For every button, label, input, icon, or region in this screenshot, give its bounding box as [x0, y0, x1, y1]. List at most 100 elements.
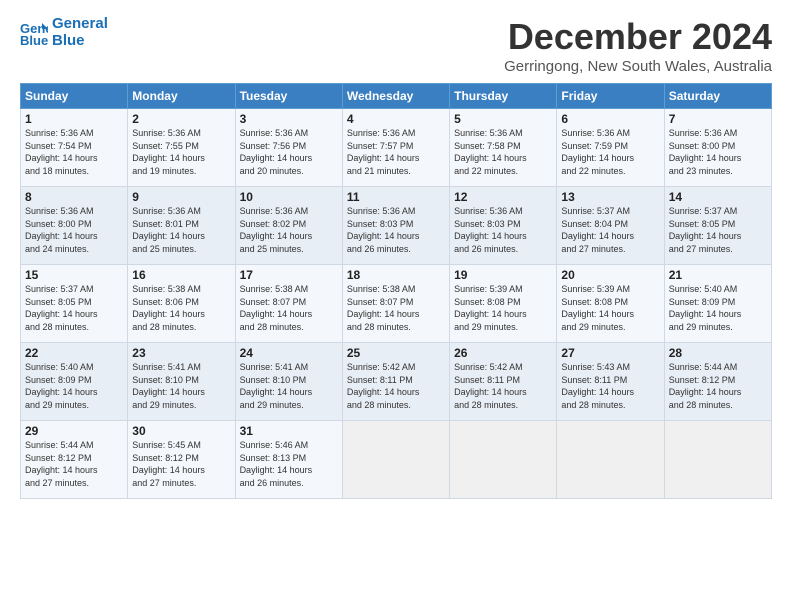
day-info: Sunrise: 5:38 AM Sunset: 8:07 PM Dayligh…	[240, 283, 338, 333]
day-number: 24	[240, 346, 338, 360]
calendar-cell	[342, 421, 449, 499]
logo-line2: Blue	[52, 33, 108, 50]
header-friday: Friday	[557, 84, 664, 109]
day-number: 28	[669, 346, 767, 360]
day-number: 9	[132, 190, 230, 204]
day-info: Sunrise: 5:37 AM Sunset: 8:05 PM Dayligh…	[669, 205, 767, 255]
calendar-week-row: 29Sunrise: 5:44 AM Sunset: 8:12 PM Dayli…	[21, 421, 772, 499]
day-info: Sunrise: 5:42 AM Sunset: 8:11 PM Dayligh…	[454, 361, 552, 411]
header-wednesday: Wednesday	[342, 84, 449, 109]
calendar-week-row: 22Sunrise: 5:40 AM Sunset: 8:09 PM Dayli…	[21, 343, 772, 421]
day-info: Sunrise: 5:36 AM Sunset: 8:03 PM Dayligh…	[454, 205, 552, 255]
day-info: Sunrise: 5:40 AM Sunset: 8:09 PM Dayligh…	[669, 283, 767, 333]
day-info: Sunrise: 5:36 AM Sunset: 7:58 PM Dayligh…	[454, 127, 552, 177]
day-number: 23	[132, 346, 230, 360]
header-thursday: Thursday	[450, 84, 557, 109]
day-info: Sunrise: 5:36 AM Sunset: 8:03 PM Dayligh…	[347, 205, 445, 255]
calendar-cell: 17Sunrise: 5:38 AM Sunset: 8:07 PM Dayli…	[235, 265, 342, 343]
calendar-cell: 4Sunrise: 5:36 AM Sunset: 7:57 PM Daylig…	[342, 109, 449, 187]
calendar-cell: 28Sunrise: 5:44 AM Sunset: 8:12 PM Dayli…	[664, 343, 771, 421]
page-container: General Blue General Blue December 2024 …	[0, 0, 792, 509]
calendar-table: SundayMondayTuesdayWednesdayThursdayFrid…	[20, 83, 772, 499]
calendar-week-row: 15Sunrise: 5:37 AM Sunset: 8:05 PM Dayli…	[21, 265, 772, 343]
day-number: 12	[454, 190, 552, 204]
calendar-cell: 6Sunrise: 5:36 AM Sunset: 7:59 PM Daylig…	[557, 109, 664, 187]
calendar-cell: 13Sunrise: 5:37 AM Sunset: 8:04 PM Dayli…	[557, 187, 664, 265]
day-info: Sunrise: 5:36 AM Sunset: 7:59 PM Dayligh…	[561, 127, 659, 177]
day-info: Sunrise: 5:44 AM Sunset: 8:12 PM Dayligh…	[669, 361, 767, 411]
day-number: 3	[240, 112, 338, 126]
calendar-cell: 26Sunrise: 5:42 AM Sunset: 8:11 PM Dayli…	[450, 343, 557, 421]
day-number: 8	[25, 190, 123, 204]
svg-text:Blue: Blue	[20, 33, 48, 47]
day-info: Sunrise: 5:39 AM Sunset: 8:08 PM Dayligh…	[454, 283, 552, 333]
calendar-cell: 18Sunrise: 5:38 AM Sunset: 8:07 PM Dayli…	[342, 265, 449, 343]
day-number: 25	[347, 346, 445, 360]
logo: General Blue General Blue	[20, 16, 108, 49]
day-info: Sunrise: 5:36 AM Sunset: 7:55 PM Dayligh…	[132, 127, 230, 177]
calendar-cell: 14Sunrise: 5:37 AM Sunset: 8:05 PM Dayli…	[664, 187, 771, 265]
day-number: 13	[561, 190, 659, 204]
calendar-cell: 31Sunrise: 5:46 AM Sunset: 8:13 PM Dayli…	[235, 421, 342, 499]
calendar-cell: 11Sunrise: 5:36 AM Sunset: 8:03 PM Dayli…	[342, 187, 449, 265]
calendar-cell: 20Sunrise: 5:39 AM Sunset: 8:08 PM Dayli…	[557, 265, 664, 343]
day-number: 18	[347, 268, 445, 282]
day-number: 14	[669, 190, 767, 204]
day-info: Sunrise: 5:42 AM Sunset: 8:11 PM Dayligh…	[347, 361, 445, 411]
day-info: Sunrise: 5:41 AM Sunset: 8:10 PM Dayligh…	[240, 361, 338, 411]
day-info: Sunrise: 5:40 AM Sunset: 8:09 PM Dayligh…	[25, 361, 123, 411]
day-number: 21	[669, 268, 767, 282]
logo-line1: General	[52, 16, 108, 33]
day-number: 6	[561, 112, 659, 126]
day-number: 19	[454, 268, 552, 282]
calendar-cell: 3Sunrise: 5:36 AM Sunset: 7:56 PM Daylig…	[235, 109, 342, 187]
day-info: Sunrise: 5:37 AM Sunset: 8:05 PM Dayligh…	[25, 283, 123, 333]
header: General Blue General Blue December 2024 …	[20, 16, 772, 75]
day-number: 2	[132, 112, 230, 126]
calendar-cell: 19Sunrise: 5:39 AM Sunset: 8:08 PM Dayli…	[450, 265, 557, 343]
calendar-cell: 1Sunrise: 5:36 AM Sunset: 7:54 PM Daylig…	[21, 109, 128, 187]
day-info: Sunrise: 5:39 AM Sunset: 8:08 PM Dayligh…	[561, 283, 659, 333]
calendar-cell	[557, 421, 664, 499]
day-number: 1	[25, 112, 123, 126]
day-info: Sunrise: 5:37 AM Sunset: 8:04 PM Dayligh…	[561, 205, 659, 255]
day-number: 26	[454, 346, 552, 360]
day-number: 29	[25, 424, 123, 438]
calendar-cell: 8Sunrise: 5:36 AM Sunset: 8:00 PM Daylig…	[21, 187, 128, 265]
calendar-cell: 9Sunrise: 5:36 AM Sunset: 8:01 PM Daylig…	[128, 187, 235, 265]
day-number: 10	[240, 190, 338, 204]
day-number: 22	[25, 346, 123, 360]
calendar-cell: 29Sunrise: 5:44 AM Sunset: 8:12 PM Dayli…	[21, 421, 128, 499]
calendar-cell	[450, 421, 557, 499]
logo-icon: General Blue	[20, 19, 48, 47]
day-info: Sunrise: 5:36 AM Sunset: 7:56 PM Dayligh…	[240, 127, 338, 177]
day-info: Sunrise: 5:46 AM Sunset: 8:13 PM Dayligh…	[240, 439, 338, 489]
logo-text: General Blue	[52, 16, 108, 49]
day-number: 15	[25, 268, 123, 282]
day-info: Sunrise: 5:36 AM Sunset: 8:00 PM Dayligh…	[25, 205, 123, 255]
calendar-cell: 25Sunrise: 5:42 AM Sunset: 8:11 PM Dayli…	[342, 343, 449, 421]
calendar-cell: 10Sunrise: 5:36 AM Sunset: 8:02 PM Dayli…	[235, 187, 342, 265]
calendar-cell: 27Sunrise: 5:43 AM Sunset: 8:11 PM Dayli…	[557, 343, 664, 421]
calendar-cell: 23Sunrise: 5:41 AM Sunset: 8:10 PM Dayli…	[128, 343, 235, 421]
calendar-cell: 2Sunrise: 5:36 AM Sunset: 7:55 PM Daylig…	[128, 109, 235, 187]
calendar-cell: 12Sunrise: 5:36 AM Sunset: 8:03 PM Dayli…	[450, 187, 557, 265]
day-info: Sunrise: 5:43 AM Sunset: 8:11 PM Dayligh…	[561, 361, 659, 411]
day-info: Sunrise: 5:38 AM Sunset: 8:06 PM Dayligh…	[132, 283, 230, 333]
day-number: 16	[132, 268, 230, 282]
day-number: 30	[132, 424, 230, 438]
day-info: Sunrise: 5:44 AM Sunset: 8:12 PM Dayligh…	[25, 439, 123, 489]
day-number: 11	[347, 190, 445, 204]
day-number: 17	[240, 268, 338, 282]
header-monday: Monday	[128, 84, 235, 109]
day-info: Sunrise: 5:36 AM Sunset: 7:57 PM Dayligh…	[347, 127, 445, 177]
calendar-cell: 21Sunrise: 5:40 AM Sunset: 8:09 PM Dayli…	[664, 265, 771, 343]
calendar-cell: 7Sunrise: 5:36 AM Sunset: 8:00 PM Daylig…	[664, 109, 771, 187]
day-info: Sunrise: 5:36 AM Sunset: 8:00 PM Dayligh…	[669, 127, 767, 177]
calendar-week-row: 1Sunrise: 5:36 AM Sunset: 7:54 PM Daylig…	[21, 109, 772, 187]
day-number: 27	[561, 346, 659, 360]
day-info: Sunrise: 5:36 AM Sunset: 8:01 PM Dayligh…	[132, 205, 230, 255]
calendar-cell	[664, 421, 771, 499]
day-number: 5	[454, 112, 552, 126]
day-number: 7	[669, 112, 767, 126]
